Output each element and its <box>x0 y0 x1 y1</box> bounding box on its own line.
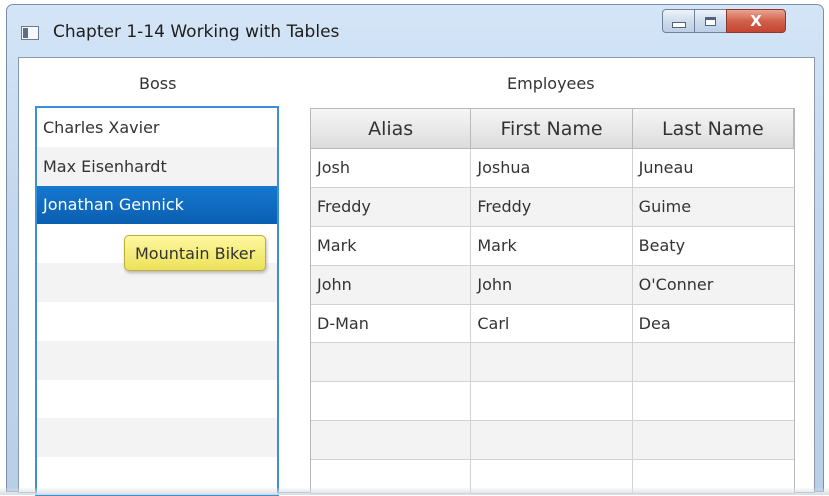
table-row[interactable]: Mark Mark Beaty <box>311 226 794 266</box>
table-empty-row[interactable] <box>311 382 794 422</box>
table-header: Alias First Name Last Name <box>311 109 794 149</box>
table-cell: John <box>311 265 472 305</box>
close-icon: X <box>750 12 762 30</box>
table-cell <box>632 382 794 422</box>
table-cell: Mark <box>311 226 472 266</box>
table-cell: Dea <box>632 305 794 344</box>
table-cell: Guime <box>632 188 794 227</box>
app-window-icon[interactable] <box>21 26 39 40</box>
maximize-icon <box>705 16 716 26</box>
content-area: Boss Employees Charles Xavier Max Eisenh… <box>18 57 815 496</box>
table-cell: Juneau <box>632 149 794 188</box>
table-row[interactable]: John John O'Conner <box>311 265 794 305</box>
tooltip: Mountain Biker <box>124 235 267 271</box>
table-row[interactable]: Freddy Freddy Guime <box>311 187 794 227</box>
boss-list-item-label: Charles Xavier <box>43 117 160 137</box>
boss-list-empty-row[interactable] <box>37 302 277 341</box>
table-row[interactable]: D-Man Carl Dea <box>311 304 794 344</box>
window-title: Chapter 1-14 Working with Tables <box>53 22 340 42</box>
boss-list-item-label: Max Eisenhardt <box>43 156 167 176</box>
table-cell: Freddy <box>311 187 472 227</box>
table-cell <box>471 382 633 422</box>
boss-list-empty-row[interactable] <box>37 380 277 419</box>
boss-list-empty-row[interactable] <box>37 418 277 458</box>
table-cell: Carl <box>471 304 633 344</box>
employees-heading: Employees <box>507 74 595 93</box>
table-cell: Josh <box>311 149 472 188</box>
table-cell <box>471 421 633 461</box>
app-window: Chapter 1-14 Working with Tables X Boss … <box>6 4 824 496</box>
maximize-button[interactable] <box>694 9 727 33</box>
table-cell <box>311 343 472 383</box>
table-cell <box>632 343 794 383</box>
table-row[interactable]: Josh Joshua Juneau <box>311 149 794 188</box>
table-cell <box>632 421 794 461</box>
table-cell <box>311 382 472 422</box>
boss-list-empty-row[interactable] <box>37 340 277 380</box>
column-header-first-name[interactable]: First Name <box>471 109 633 149</box>
table-cell: John <box>471 265 633 305</box>
table-cell: Joshua <box>471 149 633 188</box>
table-empty-row[interactable] <box>311 421 794 461</box>
table-cell: D-Man <box>311 304 472 344</box>
boss-list[interactable]: Charles Xavier Max Eisenhardt Jonathan G… <box>35 106 279 496</box>
boss-list-item[interactable]: Charles Xavier <box>37 108 277 147</box>
boss-list-item-selected[interactable]: Jonathan Gennick <box>37 185 277 225</box>
close-button[interactable]: X <box>726 9 786 33</box>
boss-heading: Boss <box>139 74 177 93</box>
table-cell <box>311 421 472 461</box>
table-cell: Mark <box>471 226 633 266</box>
table-cell <box>471 343 633 383</box>
boss-list-item-label: Jonathan Gennick <box>43 195 184 215</box>
employees-table[interactable]: Alias First Name Last Name Josh Joshua J… <box>310 108 795 494</box>
title-bar[interactable]: Chapter 1-14 Working with Tables X <box>7 5 823 53</box>
window-bottom-shadow <box>0 487 829 495</box>
minimize-button[interactable] <box>662 9 695 33</box>
column-header-alias[interactable]: Alias <box>311 109 472 149</box>
table-cell: O'Conner <box>632 266 794 305</box>
table-cell: Freddy <box>471 187 633 227</box>
table-cell: Beaty <box>632 227 794 266</box>
column-header-last-name[interactable]: Last Name <box>632 109 794 149</box>
table-empty-row[interactable] <box>311 343 794 383</box>
minimize-icon <box>671 21 686 28</box>
boss-list-item[interactable]: Max Eisenhardt <box>37 146 277 186</box>
